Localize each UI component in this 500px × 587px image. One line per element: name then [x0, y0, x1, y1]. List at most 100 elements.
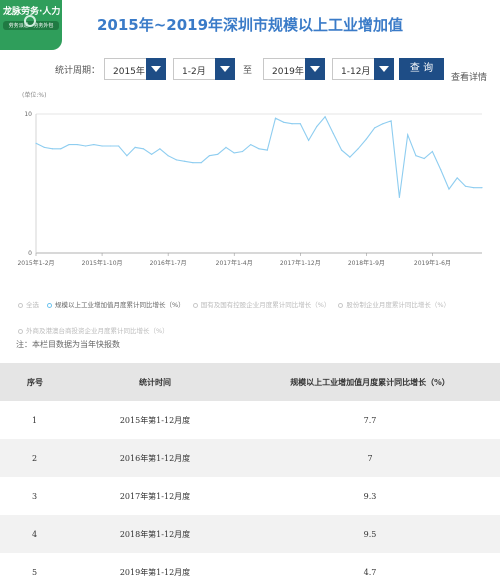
legend-dot-icon: [18, 328, 23, 334]
data-point: [440, 169, 442, 171]
data-point: [142, 148, 144, 150]
chart-legend: 全选 规模以上工业增加值月度累计同比增长（%） 国有及国有控股企业月度累计同比增长（…: [18, 292, 488, 344]
data-point: [109, 145, 111, 147]
start-year-select[interactable]: 2015年: [104, 58, 166, 80]
data-point: [340, 149, 343, 151]
row-value: 9.5: [240, 515, 500, 553]
data-point: [250, 143, 252, 146]
data-point: [382, 123, 384, 125]
data-point: [159, 148, 161, 150]
end-month-select[interactable]: 1-12月: [332, 58, 394, 80]
data-point: [68, 143, 70, 146]
table-header-row: 序号 统计时间 规模以上工业增加值月度累计同比增长（%）: [0, 363, 500, 401]
row-period: 2019年第1-12月度: [119, 567, 191, 577]
data-point: [51, 148, 54, 150]
data-point: [456, 177, 458, 179]
data-point: [225, 146, 227, 148]
row-value: 9.3: [363, 491, 377, 501]
query-button[interactable]: 查 询: [399, 58, 444, 80]
data-point: [473, 187, 475, 189]
chevron-down-icon[interactable]: [374, 58, 394, 80]
legend-item[interactable]: 规模以上工业增加值月度累计同比增长（%）: [47, 292, 185, 318]
chevron-down-icon[interactable]: [215, 58, 235, 80]
data-point: [151, 153, 153, 155]
to-label: 至: [243, 66, 253, 76]
column-header-value: 规模以上工业增加值月度累计同比增长（%）: [240, 363, 500, 401]
data-point: [390, 120, 392, 122]
start-month-select[interactable]: 1-2月: [173, 58, 235, 80]
data-point: [184, 160, 186, 162]
data-point: [357, 148, 359, 150]
table-row: 5 2019年第1-12月度 4.7: [0, 553, 500, 587]
y-tick-label: 0: [28, 250, 32, 257]
data-point: [84, 145, 87, 147]
data-point: [35, 142, 37, 144]
legend-item[interactable]: 全选: [18, 292, 39, 318]
data-table: 序号 统计时间 规模以上工业增加值月度累计同比增长（%） 1 2015年第1-1…: [0, 363, 500, 587]
x-tick-label: 2015年1-2月: [17, 259, 54, 267]
x-tick-label: 2015年1-10月: [82, 259, 123, 267]
data-point: [291, 123, 293, 125]
column-header-period: 统计时间: [70, 363, 240, 401]
data-point: [200, 162, 202, 164]
data-point: [134, 146, 136, 148]
data-point: [241, 150, 244, 153]
data-point: [233, 152, 235, 154]
data-point: [299, 123, 301, 125]
legend-dot-icon: [18, 302, 23, 308]
table-row: 1 2015年第1-12月度 7.7: [0, 401, 500, 439]
data-point: [332, 132, 334, 135]
data-point: [283, 121, 285, 123]
period-label: 统计周期：: [55, 66, 101, 76]
legend-dot-icon: [338, 302, 344, 308]
data-point: [266, 149, 268, 151]
data-point: [431, 150, 434, 153]
legend-label: 规模以上工业增加值月度累计同比增长（%）: [55, 301, 185, 309]
y-axis-unit: (单位:%): [22, 91, 46, 99]
data-point: [423, 157, 425, 160]
table-row: 2 2016年第1-12月度 7: [0, 439, 500, 477]
data-point: [307, 139, 310, 142]
data-point: [407, 134, 409, 136]
x-tick-label: 2016年1-7月: [150, 259, 187, 267]
start-year-value: 2015年: [113, 67, 145, 77]
chevron-down-icon[interactable]: [146, 58, 166, 80]
table-row: 3 2017年第1-12月度 9.3: [0, 477, 500, 515]
view-details-link[interactable]: 查看详情: [451, 70, 487, 83]
data-point: [316, 125, 318, 128]
data-point: [175, 159, 178, 161]
data-point: [117, 145, 120, 147]
row-value: 7.7: [363, 415, 377, 425]
data-point: [398, 196, 401, 198]
legend-item[interactable]: 国有及国有控股企业月度累计同比增长（%）: [192, 292, 330, 318]
row-period: 2016年第1-12月度: [70, 439, 240, 477]
row-period: 2015年第1-12月度: [119, 415, 191, 425]
series-line: [35, 115, 482, 198]
row-index: 2: [0, 439, 70, 477]
end-year-value: 2019年: [272, 67, 304, 77]
y-tick-label: 10: [24, 111, 32, 118]
data-point: [481, 187, 483, 189]
page-title: 2015年~2019年深圳市规模以上工业增加值: [96, 16, 404, 34]
filter-bar: 统计周期： 2015年 1-2月 至 2019年 1-12月 查 询 查看详情: [0, 58, 500, 83]
legend-dot-icon: [47, 302, 52, 308]
data-point: [43, 146, 45, 148]
data-point: [93, 143, 95, 146]
data-point: [258, 148, 260, 150]
legend-label: 全选: [26, 301, 39, 309]
row-period: 2017年第1-12月度: [119, 491, 191, 501]
row-value: 7: [240, 439, 500, 477]
legend-item[interactable]: 股份制企业月度累计同比增长（%）: [338, 292, 450, 318]
end-month-value: 1-12月: [341, 67, 371, 77]
x-tick-label: 2017年1-12月: [280, 259, 321, 267]
legend-dot-icon: [192, 302, 198, 308]
data-point: [464, 185, 467, 187]
chevron-down-icon[interactable]: [305, 58, 325, 80]
data-point: [167, 155, 169, 157]
row-period: 2018年第1-12月度: [70, 515, 240, 553]
end-year-select[interactable]: 2019年: [263, 58, 325, 80]
row-index: 3: [32, 491, 38, 501]
data-point: [324, 116, 326, 118]
column-header-index: 序号: [0, 363, 70, 401]
data-point: [349, 156, 351, 158]
